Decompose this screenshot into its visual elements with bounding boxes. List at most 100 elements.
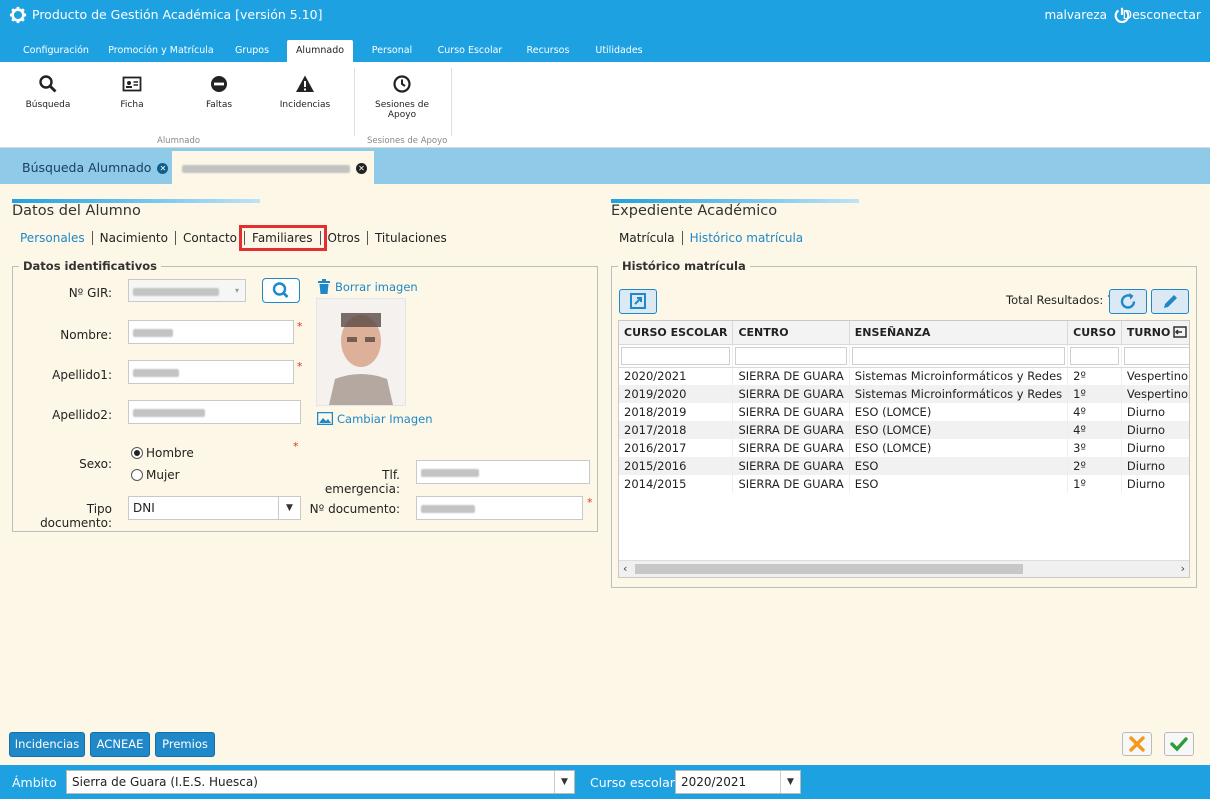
subtab-historico-matricula[interactable]: Histórico matrícula [683, 231, 811, 245]
sexo-mujer-radio[interactable]: Mujer [131, 468, 180, 482]
table-row[interactable]: 2015/2016 SIERRA DE GUARA ESO 2º Diurno [619, 457, 1189, 475]
nombre-field[interactable] [128, 320, 294, 344]
table-row[interactable]: 2017/2018 SIERRA DE GUARA ESO (LOMCE) 4º Diu… [619, 421, 1189, 439]
menu-tab-promocion[interactable]: Promoción y Matrícula [108, 40, 214, 62]
menu-tab-grupos[interactable]: Grupos [228, 40, 276, 62]
logout-link[interactable]: Desconectar [1122, 7, 1201, 22]
premios-button[interactable]: Premios [155, 732, 215, 757]
sexo-hombre-radio[interactable]: Hombre [131, 446, 194, 460]
ribbon-sesiones-button[interactable]: Sesiones de Apoyo [362, 74, 442, 120]
table-row[interactable]: 2020/2021 SIERRA DE GUARA Sistemas Microin… [619, 367, 1189, 385]
subtab-titulaciones[interactable]: Titulaciones [368, 231, 454, 245]
apellido2-field[interactable] [128, 400, 301, 424]
table-cell: 2016/2017 [619, 439, 734, 457]
tipo-documento-select[interactable]: DNI ▼ [128, 496, 301, 520]
tlf-emergencia-field[interactable] [416, 460, 590, 484]
delete-image-link[interactable]: Borrar imagen [335, 280, 418, 294]
ribbon-incidencias-button[interactable]: Incidencias [278, 74, 332, 110]
table-cell: ESO (LOMCE) [849, 421, 1069, 439]
subtab-contacto[interactable]: Contacto [176, 231, 246, 245]
column-chooser-icon[interactable] [1173, 325, 1187, 339]
ribbon-separator [354, 68, 355, 136]
doc-tab-student[interactable]: ✕ [172, 151, 374, 184]
ribbon-ficha-label: Ficha [120, 100, 144, 110]
gir-search-button[interactable] [262, 278, 300, 303]
menu-tab-utilidades[interactable]: Utilidades [590, 40, 648, 62]
filter-cell[interactable] [619, 344, 734, 368]
chevron-down-icon[interactable]: ▼ [278, 497, 300, 519]
table-row[interactable]: 2014/2015 SIERRA DE GUARA ESO 1º Diurno [619, 475, 1189, 493]
table-cell: Sistemas Microinformáticos y Redes [849, 367, 1069, 385]
subtab-personales[interactable]: Personales [13, 231, 93, 245]
close-icon[interactable]: ✕ [356, 163, 367, 174]
edit-button[interactable] [1151, 289, 1189, 314]
change-image-link[interactable]: Cambiar Imagen [337, 412, 433, 426]
table-row[interactable]: 2018/2019 SIERRA DE GUARA ESO (LOMCE) 4º Diu… [619, 403, 1189, 421]
chevron-left-icon[interactable]: ‹ [623, 562, 627, 575]
chevron-down-icon: ▾ [234, 286, 239, 295]
save-button[interactable] [1164, 732, 1194, 756]
scrollbar-thumb[interactable] [635, 564, 1023, 574]
table-cell: SIERRA DE GUARA [732, 385, 850, 403]
filter-cell[interactable] [732, 344, 850, 368]
external-link-icon [630, 293, 646, 309]
table-cell: SIERRA DE GUARA [732, 457, 850, 475]
ribbon-separator [451, 68, 452, 136]
minus-circle-icon [211, 76, 227, 92]
table-cell: Diurno [1121, 439, 1189, 457]
incidencias-button[interactable]: Incidencias [9, 732, 85, 757]
tipo-documento-label: Tipo documento: [40, 502, 112, 530]
table-cell: Diurno [1121, 457, 1189, 475]
gir-field[interactable]: ▾ [128, 279, 246, 302]
apellido1-field[interactable] [128, 360, 294, 384]
filter-cell[interactable] [1067, 344, 1122, 368]
doc-tab-busqueda[interactable]: Búsqueda Alumnado ✕ [10, 151, 170, 184]
historico-grid: CURSO ESCOLAR CENTRO ENSEÑANZA CURSO TUR… [618, 320, 1190, 578]
ribbon-busqueda-button[interactable]: Búsqueda [20, 74, 76, 110]
subtab-otros[interactable]: Otros [321, 231, 368, 245]
chevron-right-icon[interactable]: › [1181, 562, 1185, 575]
close-icon [1129, 736, 1145, 752]
menu-tab-personal[interactable]: Personal [366, 40, 418, 62]
column-header[interactable]: CURSO ESCOLAR [619, 321, 734, 345]
ribbon-ficha-button[interactable]: Ficha [108, 74, 156, 110]
subtab-nacimiento[interactable]: Nacimiento [93, 231, 176, 245]
column-header[interactable]: ENSEÑANZA [849, 321, 1069, 345]
ambito-select[interactable]: Sierra de Guara (I.E.S. Huesca) ▼ [66, 770, 575, 794]
table-row[interactable]: 2019/2020 SIERRA DE GUARA Sistemas Microin… [619, 385, 1189, 403]
acneae-button[interactable]: ACNEAE [90, 732, 150, 757]
column-header[interactable]: CENTRO [732, 321, 850, 345]
chevron-down-icon[interactable]: ▼ [554, 771, 574, 793]
menu-tab-configuracion[interactable]: Configuración [18, 40, 94, 62]
table-row[interactable]: 2016/2017 SIERRA DE GUARA ESO (LOMCE) 3º Diu… [619, 439, 1189, 457]
total-results: Total Resultados: 7 [1006, 293, 1115, 307]
photo-placeholder-icon [317, 299, 405, 405]
filter-cell[interactable] [849, 344, 1069, 368]
historico-legend: Histórico matrícula [622, 259, 746, 273]
menu-tab-curso-escolar[interactable]: Curso Escolar [434, 40, 506, 62]
filter-cell[interactable] [1121, 344, 1189, 368]
cancel-button[interactable] [1122, 732, 1152, 756]
curso-escolar-select[interactable]: 2020/2021 ▼ [675, 770, 801, 794]
subtab-matricula[interactable]: Matrícula [612, 231, 683, 245]
refresh-button[interactable] [1109, 289, 1147, 314]
doc-tab-busqueda-label: Búsqueda Alumnado [22, 160, 152, 175]
column-header[interactable]: CURSO [1067, 321, 1122, 345]
export-button[interactable] [619, 289, 657, 314]
record-subtabs: Matrícula Histórico matrícula [612, 231, 810, 245]
menu-tab-recursos[interactable]: Recursos [520, 40, 576, 62]
redacted-value [133, 328, 173, 337]
ribbon-faltas-button[interactable]: Faltas [194, 74, 244, 110]
required-mark: * [293, 440, 299, 453]
close-icon[interactable]: ✕ [157, 163, 169, 174]
document-tabs: Búsqueda Alumnado ✕ ✕ [0, 148, 1210, 184]
table-cell: 3º [1067, 439, 1122, 457]
subtab-familiares[interactable]: Familiares [239, 225, 327, 251]
menu-tab-alumnado[interactable]: Alumnado [287, 40, 353, 62]
table-cell: 2019/2020 [619, 385, 734, 403]
table-cell: SIERRA DE GUARA [732, 403, 850, 421]
num-documento-field[interactable] [416, 496, 583, 520]
horizontal-scrollbar[interactable]: ‹ › [619, 560, 1189, 577]
search-icon [272, 282, 289, 298]
chevron-down-icon[interactable]: ▼ [780, 771, 800, 793]
